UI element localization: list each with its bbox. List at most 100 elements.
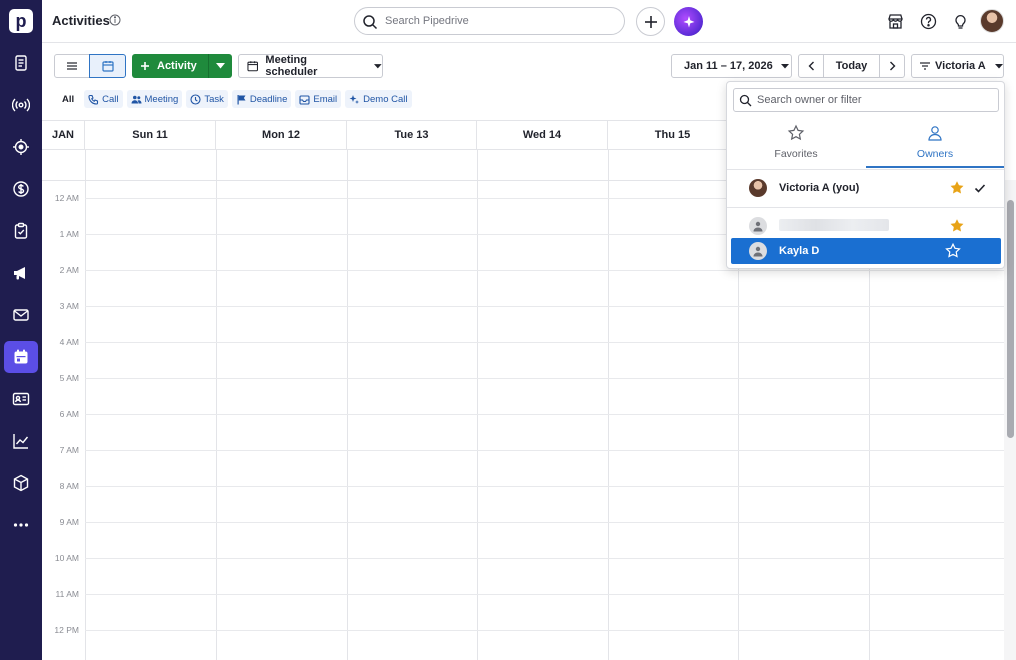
day-header[interactable]: Thu 15 — [608, 121, 738, 150]
filter-label: Deadline — [249, 93, 288, 105]
owner-name: Kayla D — [779, 245, 820, 257]
nav-rail: p — [0, 0, 42, 660]
date-range-picker[interactable]: Jan 11 – 17, 2026 — [671, 54, 792, 78]
people-icon — [131, 95, 142, 103]
caret-down-icon — [216, 63, 225, 69]
user-avatar[interactable] — [980, 9, 1004, 33]
plus-icon — [141, 62, 149, 70]
scroll-thumb[interactable] — [1007, 200, 1014, 438]
clipboard-icon[interactable] — [4, 215, 38, 247]
star-outline-icon[interactable] — [945, 243, 961, 259]
hour-label: 1 AM — [59, 229, 79, 239]
owner-filter-label: Victoria A — [935, 60, 986, 72]
meeting-scheduler-button[interactable]: Meeting scheduler — [238, 54, 383, 78]
list-icon — [67, 62, 77, 70]
hour-label: 3 AM — [59, 301, 79, 311]
today-label: Today — [835, 60, 868, 72]
search-icon — [739, 94, 752, 107]
marketplace-icon[interactable] — [885, 11, 905, 31]
hour-label: 2 AM — [59, 265, 79, 275]
owner-row[interactable] — [731, 213, 1001, 239]
hour-label: 10 AM — [54, 553, 79, 563]
hour-label: 6 AM — [59, 409, 79, 419]
owner-row[interactable]: Victoria A (you) — [731, 175, 1001, 201]
previous-week-button[interactable] — [798, 54, 824, 78]
caret-down-icon — [374, 63, 382, 68]
filter-label: Demo Call — [363, 93, 408, 105]
filter-email[interactable]: Email — [295, 90, 342, 108]
info-icon[interactable] — [109, 14, 121, 26]
add-activity-button[interactable]: Activity — [132, 54, 208, 78]
radar-icon[interactable] — [4, 89, 38, 121]
more-icon[interactable] — [4, 509, 38, 541]
star-filled-icon[interactable] — [949, 180, 965, 196]
date-range-label: Jan 11 – 17, 2026 — [684, 60, 773, 72]
calendar-icon — [101, 61, 114, 72]
caret-down-icon — [994, 63, 1003, 68]
person-icon — [928, 126, 942, 141]
filter-label: Call — [102, 93, 119, 105]
filter-meeting[interactable]: Meeting — [126, 90, 183, 108]
avatar — [749, 242, 767, 260]
chevron-left-icon — [808, 61, 814, 71]
pipedrive-logo[interactable]: p — [9, 9, 33, 33]
next-week-button[interactable] — [879, 54, 905, 78]
tab-favorites[interactable]: Favorites — [727, 120, 865, 168]
hour-label: 4 AM — [59, 337, 79, 347]
day-header[interactable]: Mon 12 — [216, 121, 347, 150]
filter-demo-call[interactable]: Demo Call — [345, 90, 412, 108]
filter-call[interactable]: Call — [84, 90, 123, 108]
meeting-scheduler-label: Meeting scheduler — [265, 54, 318, 78]
day-header[interactable]: Sun 11 — [85, 121, 216, 150]
filter-icon — [920, 62, 930, 70]
hour-label: 5 AM — [59, 373, 79, 383]
quick-add-button[interactable] — [636, 7, 665, 36]
megaphone-icon[interactable] — [4, 257, 38, 289]
caret-down-icon — [780, 63, 789, 68]
filter-all[interactable]: All — [56, 90, 80, 108]
lightbulb-icon[interactable] — [950, 11, 970, 31]
month-label: JAN — [42, 121, 85, 150]
filter-task[interactable]: Task — [186, 90, 228, 108]
target-icon[interactable] — [4, 131, 38, 163]
chart-icon[interactable] — [4, 425, 38, 457]
owner-filter-button[interactable]: Victoria A — [911, 54, 1004, 78]
calendar-scrollbar[interactable] — [1004, 180, 1016, 660]
ai-assistant-button[interactable] — [674, 7, 703, 36]
chevron-right-icon — [889, 61, 895, 71]
redacted-name — [779, 218, 889, 231]
phone-icon — [88, 94, 99, 105]
search-input[interactable] — [385, 13, 615, 29]
calendar-view-button[interactable] — [89, 54, 126, 78]
mail-icon[interactable] — [4, 299, 38, 331]
day-header[interactable]: Wed 14 — [477, 121, 608, 150]
filter-label: Task — [204, 93, 224, 105]
global-search[interactable] — [354, 7, 625, 35]
contact-card-icon[interactable] — [4, 383, 38, 415]
avatar — [749, 217, 767, 235]
dollar-icon[interactable] — [4, 173, 38, 205]
flag-icon — [237, 94, 246, 104]
add-activity-label: Activity — [157, 60, 197, 72]
email-icon — [299, 94, 310, 105]
star-filled-icon[interactable] — [949, 218, 965, 234]
owner-search[interactable] — [733, 88, 999, 112]
hour-label: 8 AM — [59, 481, 79, 491]
list-view-button[interactable] — [54, 54, 90, 78]
tab-owners[interactable]: Owners — [866, 120, 1004, 168]
box-icon[interactable] — [4, 467, 38, 499]
calendar-clock-icon — [247, 61, 258, 72]
day-header[interactable]: Tue 13 — [347, 121, 477, 150]
help-icon[interactable] — [918, 11, 938, 31]
leads-icon[interactable] — [4, 47, 38, 79]
checkmark-icon — [974, 184, 986, 193]
add-activity-dropdown[interactable] — [208, 54, 232, 78]
filter-deadline[interactable]: Deadline — [231, 90, 292, 108]
owner-search-input[interactable] — [757, 93, 993, 107]
owner-filter-dropdown: Favorites Owners Victoria A (you) Kayla … — [726, 81, 1005, 269]
hour-label: 12 PM — [54, 625, 79, 635]
today-button[interactable]: Today — [823, 54, 880, 78]
clock-icon — [190, 93, 201, 105]
calendar-icon[interactable] — [4, 341, 38, 373]
owner-row[interactable]: Kayla D — [731, 238, 1001, 264]
